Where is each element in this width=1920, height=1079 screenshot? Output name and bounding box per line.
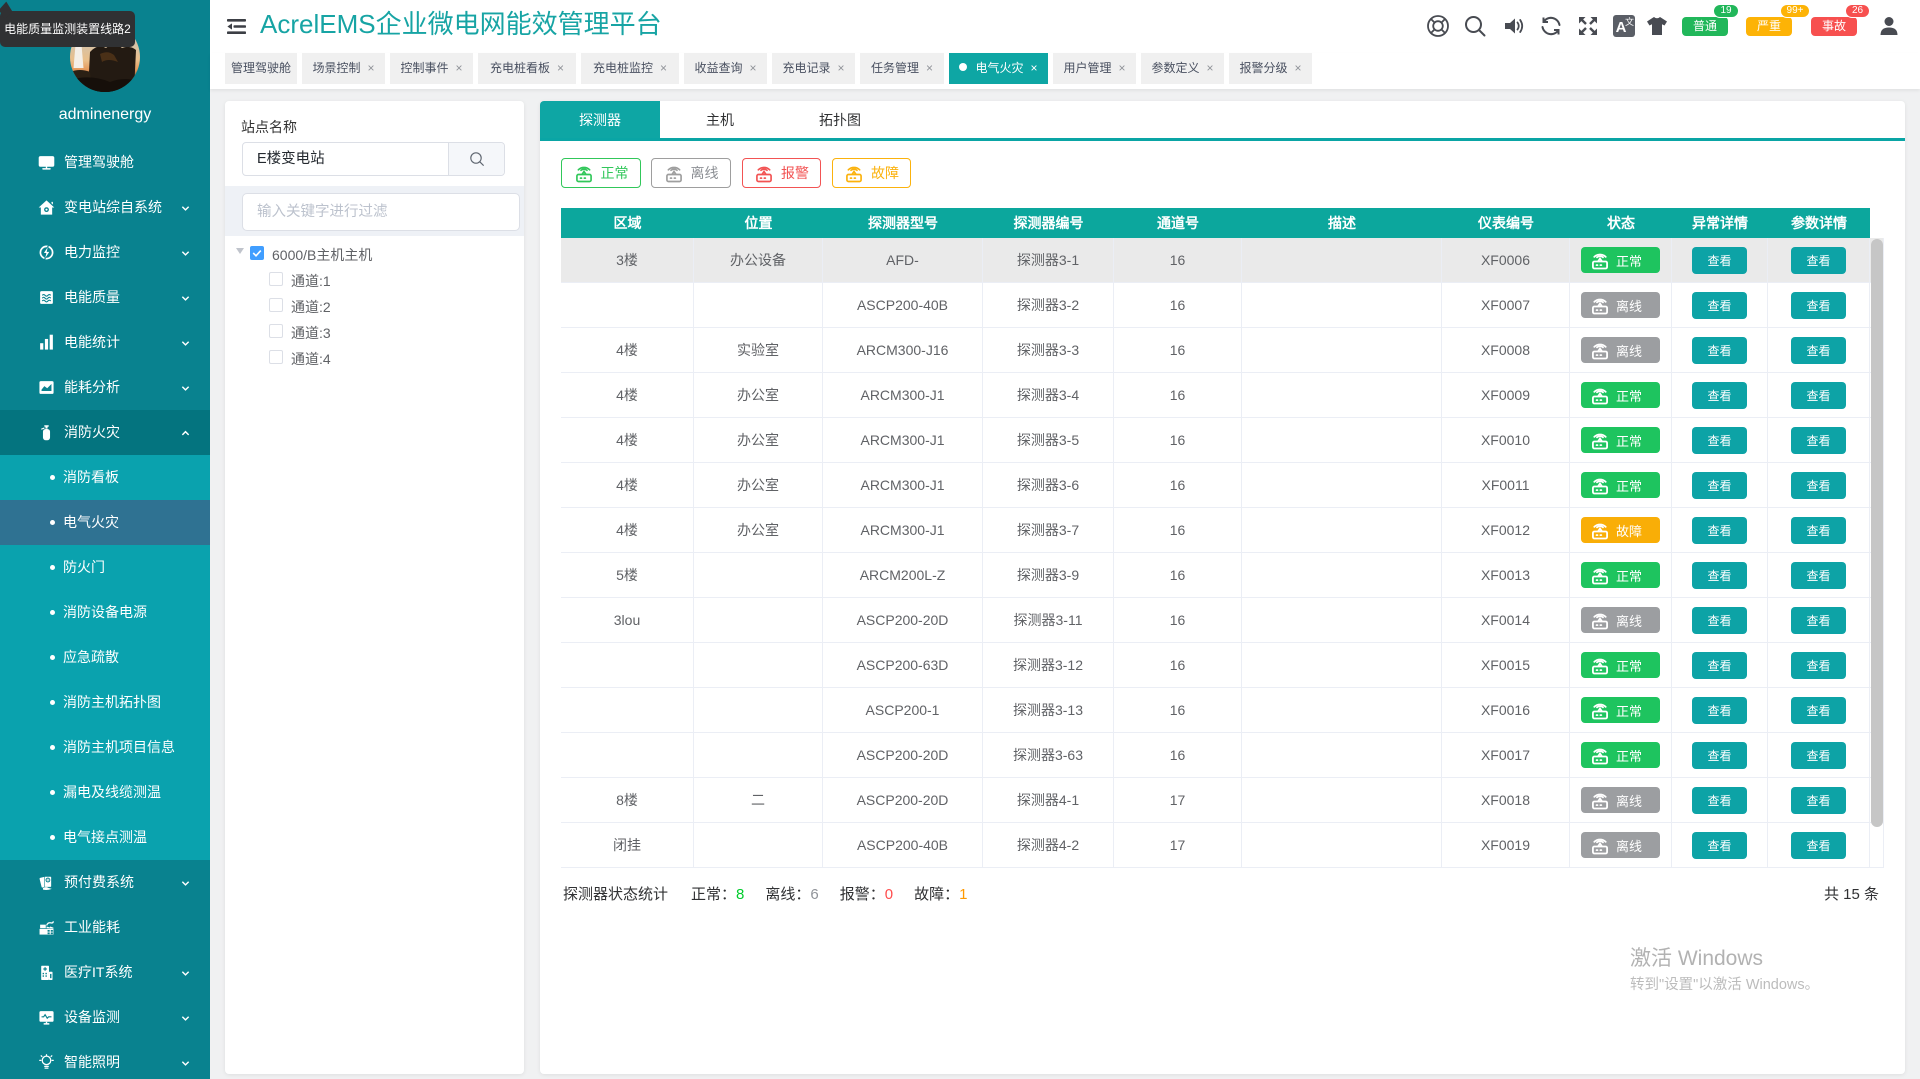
svg-text:文: 文 bbox=[1625, 16, 1634, 27]
